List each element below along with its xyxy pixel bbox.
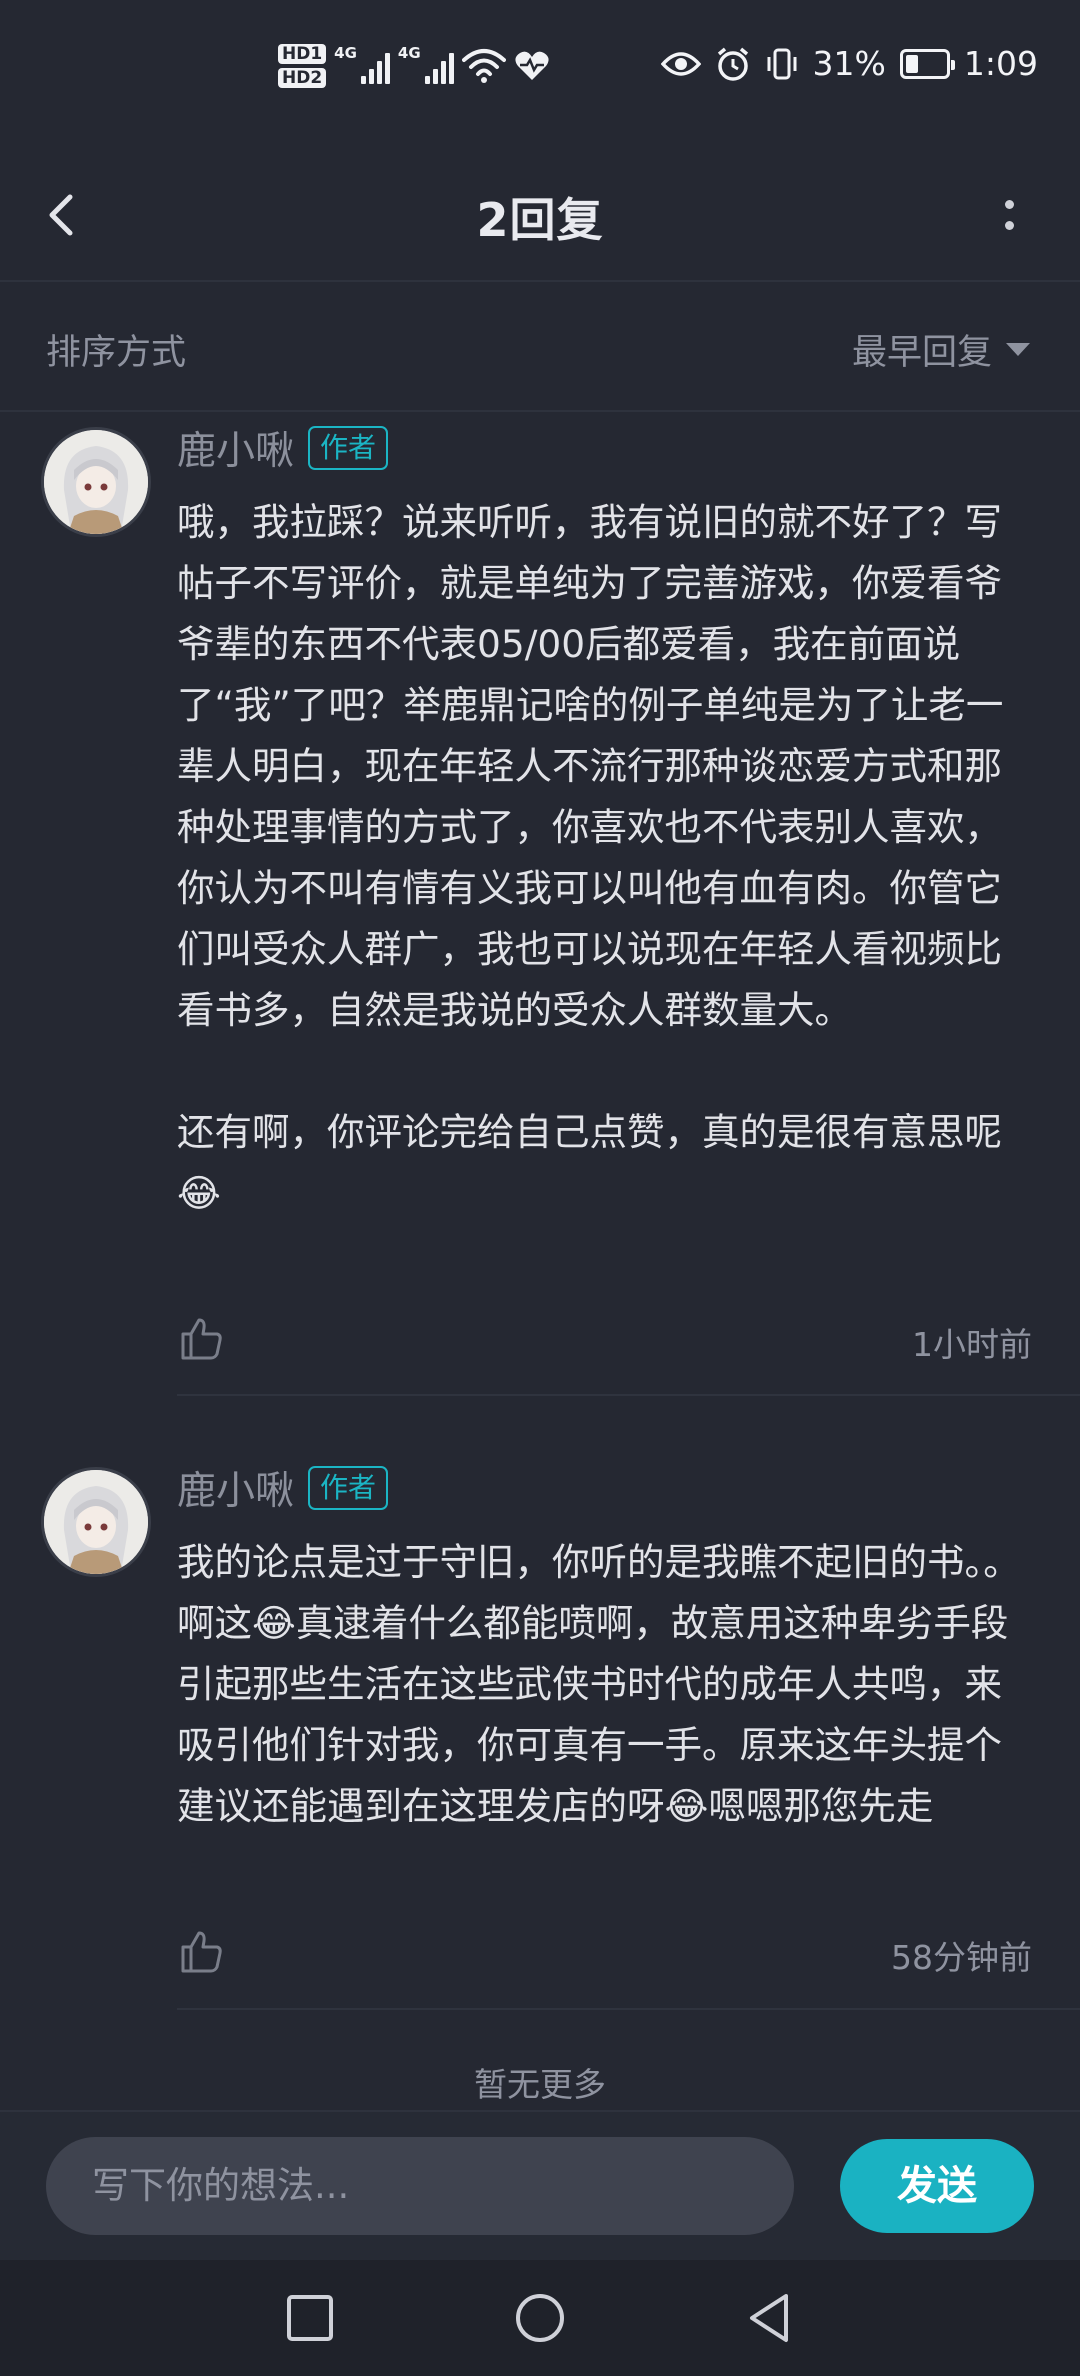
status-time: 1:09 xyxy=(963,44,1038,83)
username[interactable]: 鹿小啾 xyxy=(177,420,294,476)
alarm-icon xyxy=(717,47,748,81)
avatar[interactable] xyxy=(44,1470,148,1574)
comment-time: 58分钟前 xyxy=(891,1938,1032,1977)
recent-apps-icon[interactable] xyxy=(278,2286,342,2350)
back-nav-icon[interactable] xyxy=(738,2286,802,2350)
avatar-image xyxy=(44,430,148,534)
sort-dropdown[interactable]: 最早回复 xyxy=(852,324,1030,375)
sort-bar: 排序方式 最早回复 xyxy=(0,282,1080,412)
send-button[interactable]: 发送 xyxy=(840,2139,1034,2233)
author-badge: 作者 xyxy=(308,426,389,470)
top-bar: 2回复 xyxy=(0,150,1080,282)
hd2-label: HD2 xyxy=(278,68,327,88)
sort-selected-value: 最早回复 xyxy=(851,333,992,373)
divider xyxy=(177,1394,1080,1396)
author-badge: 作者 xyxy=(308,1466,389,1510)
comment-header: 鹿小啾 作者 xyxy=(177,1460,389,1516)
avatar-image xyxy=(44,1470,148,1574)
signal2-icon xyxy=(424,48,454,84)
heart-pulse-icon xyxy=(515,51,549,80)
status-bar: HD1 HD2 4G 4G 31% 1:09 xyxy=(0,0,1080,150)
hd1-label: HD1 xyxy=(278,44,327,64)
reply-input[interactable]: 写下你的想法... xyxy=(46,2137,794,2235)
wifi-icon xyxy=(461,49,506,83)
more-options-button[interactable] xyxy=(974,175,1044,255)
divider xyxy=(177,2008,1080,2010)
more-dot-icon xyxy=(1004,200,1014,209)
comment-header: 鹿小啾 作者 xyxy=(177,420,389,476)
no-more-text: 暂无更多 xyxy=(474,2065,606,2104)
home-icon[interactable] xyxy=(508,2286,572,2350)
more-dot-icon xyxy=(1004,221,1014,230)
hd-indicator: HD1 HD2 xyxy=(278,44,327,88)
thumbs-up-icon xyxy=(181,1931,222,1973)
caret-down-icon xyxy=(1006,343,1030,356)
battery-charging-icon xyxy=(899,48,955,79)
vibrate-icon xyxy=(767,48,797,79)
battery-level xyxy=(905,54,918,73)
status-left: HD1 HD2 4G 4G xyxy=(278,44,550,88)
battery-percent: 31% xyxy=(812,44,886,83)
network1-label: 4G xyxy=(334,44,357,62)
eye-icon xyxy=(660,51,701,76)
status-right: 31% 1:09 xyxy=(660,44,1038,83)
like-button[interactable] xyxy=(177,1927,225,1975)
page-title: 2回复 xyxy=(476,193,604,247)
like-button[interactable] xyxy=(177,1314,225,1362)
username[interactable]: 鹿小啾 xyxy=(177,1460,294,1516)
comment-text: 哦，我拉踩？说来听听，我有说旧的就不好了？写帖子不写评价，就是单纯为了完善游戏，… xyxy=(177,500,1004,1215)
avatar[interactable] xyxy=(44,430,148,534)
system-nav-bar xyxy=(0,2260,1080,2376)
network2-label: 4G xyxy=(397,44,421,62)
reply-input-bar: 写下你的想法... 发送 xyxy=(0,2110,1080,2262)
comment-text: 我的论点是过于守旧，你听的是我瞧不起旧的书。。啊这😂真逮着什么都能喷啊，故意用这… xyxy=(177,1540,1021,1828)
signal1-icon xyxy=(360,48,390,84)
sort-label: 排序方式 xyxy=(46,333,187,373)
comment-time: 1小时前 xyxy=(912,1325,1032,1364)
thumbs-up-icon xyxy=(181,1318,222,1360)
